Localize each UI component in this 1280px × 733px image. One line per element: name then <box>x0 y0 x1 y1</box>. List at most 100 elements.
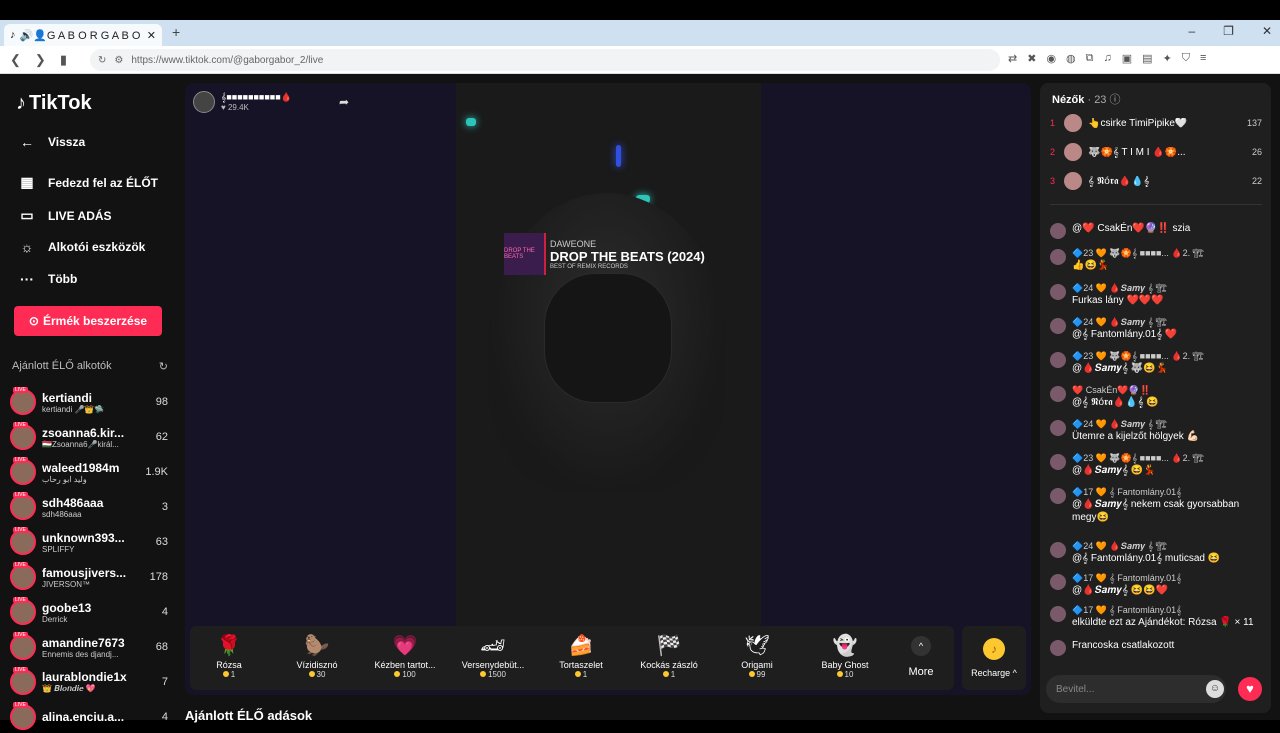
creator-avatar <box>10 492 36 520</box>
creator-item[interactable]: alina.enciu.a... 4 <box>10 701 168 733</box>
chat-message[interactable]: 🔷23 🧡 🐺🏵️𝄞 ■■■■... 🩸2. 🏗 @🩸𝑺𝒂𝒎𝒚𝄞 🐺😆💃 <box>1050 351 1264 375</box>
user-avatar <box>1050 574 1066 590</box>
gift-item[interactable]: 🍰 Tortaszelet 1 <box>538 632 624 679</box>
maximize-button[interactable]: ❐ <box>1223 24 1234 38</box>
get-coins-button[interactable]: ⊙ Érmék beszerzése <box>14 306 162 336</box>
puzzle-icon[interactable]: ⧉ <box>1086 52 1094 65</box>
menu-icon[interactable]: ≡ <box>1200 52 1206 65</box>
message-text: Ütemre a kijelzőt hölgyek 💪🏻 <box>1072 431 1199 442</box>
viewers-label: Nézők <box>1052 94 1085 106</box>
live-video[interactable]: DROP THE BEATS DAWEONE DROP THE BEATS (2… <box>456 83 761 631</box>
creator-name: waleed1984m <box>42 460 120 475</box>
creator-item[interactable]: amandine7673Ennemis des djandj... 68 <box>10 631 168 663</box>
minimize-button[interactable]: – <box>1188 24 1195 38</box>
creator-item[interactable]: zsoanna6.kir...🇭🇺Zsoanna6🎤királ... 62 <box>10 421 168 453</box>
chat-message[interactable]: Francoska csatlakozott <box>1050 639 1264 656</box>
banner-title: DROP THE BEATS (2024) <box>550 248 705 264</box>
chat-message[interactable]: 🔷24 🧡 🩸𝑺𝒂𝒎𝒚 𝄞 🏗 Ütemre a kijelzőt hölgyek… <box>1050 419 1264 443</box>
creator-item[interactable]: waleed1984mوليد ابو رحاب 1.9K <box>10 456 168 488</box>
origami-icon: 🕊 <box>744 635 770 657</box>
bookmark-icon[interactable]: ▮ <box>60 52 67 68</box>
creator-item[interactable]: goobe13Derrick 4 <box>10 596 168 628</box>
chat-message[interactable]: 🔷24 🧡 🩸𝑺𝒂𝒎𝒚 𝄞 🏗 @𝄞 Fantomlány.01𝄞 muticsa… <box>1050 541 1264 565</box>
ghost-icon: 👻 <box>832 635 858 657</box>
share-icon[interactable]: ➦ <box>339 95 349 109</box>
chat-message[interactable]: 🔷24 🧡 🩸𝑺𝒂𝒎𝒚 𝄞 🏗 Furkas lány ❤️❤️❤️ <box>1050 283 1264 307</box>
top-viewer-row[interactable]: 3 𝄞 𝕹ó𝖗𝖆🩸💧𝄞 22 <box>1050 171 1262 191</box>
live-player[interactable]: DROP THE BEATS DAWEONE DROP THE BEATS (2… <box>185 83 1031 695</box>
tiktok-logo[interactable]: ♪ TikTok <box>16 92 92 115</box>
tab-title: 🔊👤G A B O R G A B O R e... <box>19 29 143 42</box>
creator-item[interactable]: sdh486aaasdh486aaa 3 <box>10 491 168 523</box>
gift-name: Origami <box>741 660 773 670</box>
sidebar-item-label: LIVE ADÁS <box>48 208 112 223</box>
back-button[interactable]: ← Vissza <box>18 134 85 150</box>
creator-item[interactable]: laurablondie1x👑 𝑩𝒍𝒐𝒏𝒅𝒊𝒆 💖 7 <box>10 666 168 698</box>
creator-item[interactable]: unknown393...SPLIFFY 63 <box>10 526 168 558</box>
like-heart-icon[interactable]: ♥ <box>1238 677 1262 701</box>
chat-message[interactable]: 🔷17 🧡 𝄞 Fantomlány.01𝄞 @🩸𝑺𝒂𝒎𝒚𝄞 😆😆❤️ <box>1050 573 1264 597</box>
info-icon[interactable]: ⓘ <box>1110 94 1121 106</box>
gift-item[interactable]: 🏁 Kockás zászló 1 <box>626 632 712 679</box>
url-bar[interactable]: ↻ ⚙ https://www.tiktok.com/@gaborgabor_2… <box>90 49 1000 71</box>
sidebar-item-more[interactable]: ··· Több <box>18 271 77 287</box>
close-window-button[interactable]: ✕ <box>1262 24 1272 38</box>
creator-item[interactable]: kertiandikertiandi 🎤👑🛸 98 <box>10 386 168 418</box>
checkered-flag-icon: 🏁 <box>656 635 682 657</box>
gift-price-value: 10 <box>844 670 854 679</box>
vpn-icon[interactable]: ⛉ <box>1182 52 1190 65</box>
host-info[interactable]: 𝄞■■■■■■■■■■🩸 ♥ 29.4K <box>193 91 292 113</box>
chat-message[interactable]: ❤️ CsakÉn❤️🔮‼️ @𝄞 𝕹ó𝖗𝖆🩸💧𝄞 😆 <box>1050 385 1264 409</box>
coin-icon: ♪ <box>983 638 1005 660</box>
creator-viewer-count: 7 <box>161 676 168 688</box>
viewer-avatar <box>1064 143 1082 161</box>
chat-message[interactable]: 🔷17 🧡 𝄞 Fantomlány.01𝄞 @🩸𝑺𝒂𝒎𝒚𝄞 nekem csak… <box>1050 487 1264 524</box>
emoji-icon[interactable]: ☺ <box>1206 680 1224 698</box>
sparkle-icon[interactable]: ✦ <box>1163 52 1172 65</box>
close-tab-icon[interactable]: ✕ <box>147 29 156 42</box>
chat-input[interactable]: Bevitel... <box>1046 675 1226 703</box>
chat-message[interactable]: 🔷17 🧡 𝄞 Fantomlány.01𝄞 elküldte ezt az Aj… <box>1050 605 1264 629</box>
get-coins-label: Érmék beszerzése <box>42 314 148 328</box>
sidebar-item-explore-live[interactable]: ▦ Fedezd fel az ÉLŐT <box>18 174 158 191</box>
gift-item[interactable]: 🌹 Rózsa 1 <box>186 632 272 679</box>
refresh-icon[interactable]: ↻ <box>159 360 168 373</box>
sidebar-icon[interactable]: ▣ <box>1122 52 1132 65</box>
chat-message[interactable]: 🔷23 🧡 🐺🏵️𝄞 ■■■■... 🩸2. 🏗 👍😆💃 <box>1050 248 1264 272</box>
music-icon[interactable]: ♫ <box>1104 52 1112 65</box>
user-avatar <box>1050 454 1066 470</box>
coin-icon <box>394 671 401 677</box>
wallet-icon[interactable]: ▤ <box>1142 52 1152 65</box>
site-info-icon[interactable]: ⚙ <box>114 55 123 66</box>
browser-tab[interactable]: ♪ 🔊👤G A B O R G A B O R e... ✕ <box>4 24 162 46</box>
sidebar-item-creator-tools[interactable]: ☼ Alkotói eszközök <box>18 239 146 255</box>
gift-item[interactable]: 💗 Kézben tartot... 100 <box>362 632 448 679</box>
message-text: @🩸𝑺𝒂𝒎𝒚𝄞 😆😆❤️ <box>1072 585 1169 596</box>
message-text: @𝄞 Fantomlány.01𝄞 ❤️ <box>1072 329 1178 340</box>
extension-icon[interactable]: ✖ <box>1027 52 1036 65</box>
chat-message[interactable]: 🔷23 🧡 🐺🏵️𝄞 ■■■■... 🩸2. 🏗 @🩸𝑺𝒂𝒎𝒚𝄞 😆💃 <box>1050 453 1264 477</box>
gift-item[interactable]: 🕊 Origami 99 <box>714 632 800 679</box>
extension-icon[interactable]: ◉ <box>1046 52 1056 65</box>
sidebar-item-go-live[interactable]: ▭ LIVE ADÁS <box>18 207 112 224</box>
new-tab-button[interactable]: + <box>172 24 180 40</box>
top-viewer-row[interactable]: 2 🐺🏵️𝄞 T I M I 🩸🏵️... 26 <box>1050 142 1262 162</box>
gift-item[interactable]: 👻 Baby Ghost 10 <box>802 632 888 679</box>
creator-item[interactable]: famousjivers...JIVERSON™ 178 <box>10 561 168 593</box>
extension-icon[interactable]: ◍ <box>1066 52 1076 65</box>
chat-message[interactable]: @❤️ CsakÉn❤️🔮‼️ szia <box>1050 222 1264 239</box>
chat-message[interactable]: 🔷24 🧡 🩸𝑺𝒂𝒎𝒚 𝄞 🏗 @𝄞 Fantomlány.01𝄞 ❤️ <box>1050 317 1264 341</box>
gift-item[interactable]: 🏎 Versenydebüt... 1500 <box>450 632 536 679</box>
recharge-button[interactable]: ♪ Recharge ^ <box>962 626 1026 690</box>
forward-arrow-icon[interactable]: ❯ <box>35 52 46 68</box>
reload-icon[interactable]: ↻ <box>98 55 106 66</box>
gift-price-value: 1 <box>670 670 676 679</box>
more-gifts-button[interactable]: ^ More <box>898 636 944 678</box>
host-avatar[interactable] <box>193 91 215 113</box>
message-user-line: 🔷17 🧡 𝄞 Fantomlány.01𝄞 <box>1072 573 1182 583</box>
gift-item[interactable]: 🦫 Vízidisznó 30 <box>274 632 360 679</box>
top-viewer-row[interactable]: 1 👆csirke TimiPipike🤍 137 <box>1050 113 1262 133</box>
race-car-icon: 🏎 <box>480 635 506 657</box>
translate-icon[interactable]: ⇄ <box>1008 52 1017 65</box>
back-arrow-icon[interactable]: ❮ <box>10 52 21 68</box>
